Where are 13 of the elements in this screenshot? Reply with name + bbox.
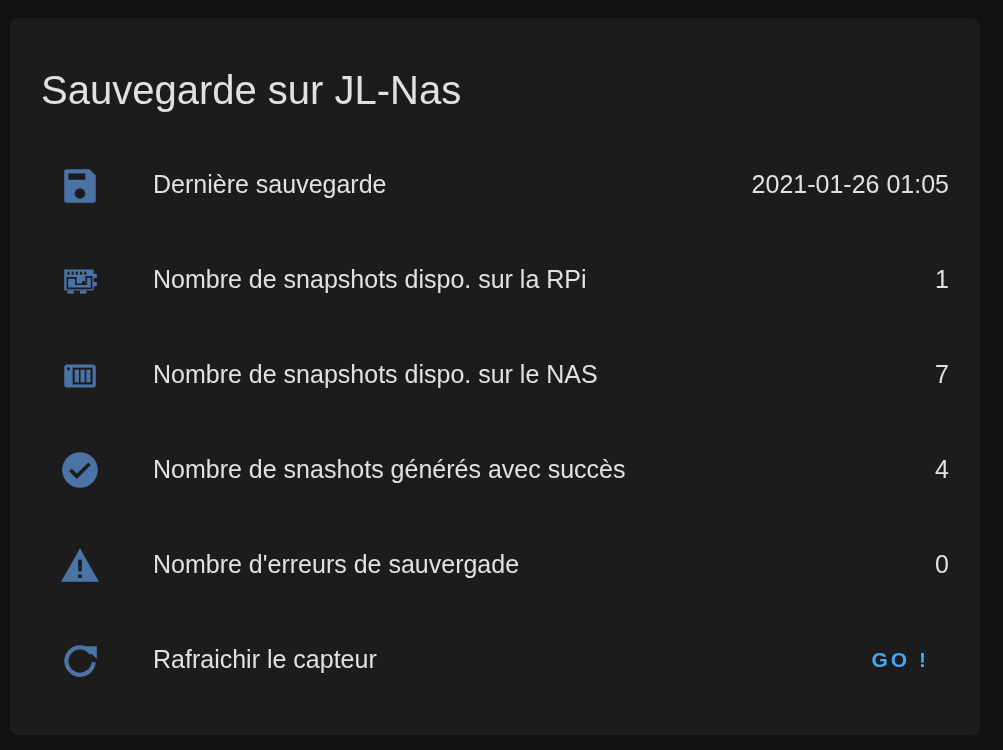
entity-name: Rafraichir le capteur [153,643,378,675]
entity-name: Nombre d'erreurs de sauvergade [153,548,521,580]
entity-name: Dernière sauvegarde [153,168,388,200]
go-button[interactable]: GO ! [859,637,941,682]
entity-value: 0 [935,548,949,580]
entity-name: Nombre de snapshots dispo. sur le NAS [153,358,599,390]
card-title: Sauvegarde sur JL-Nas [41,67,463,114]
entity-name: Nombre de snapshots dispo. sur la RPi [153,263,588,295]
entity-value: 2021-01-26 01:05 [751,168,949,200]
entity-name: Nombre de snashots générés avec succès [153,453,627,485]
entity-value: 7 [935,358,949,390]
entity-value: 4 [935,453,949,485]
entity-value: 1 [935,263,949,295]
